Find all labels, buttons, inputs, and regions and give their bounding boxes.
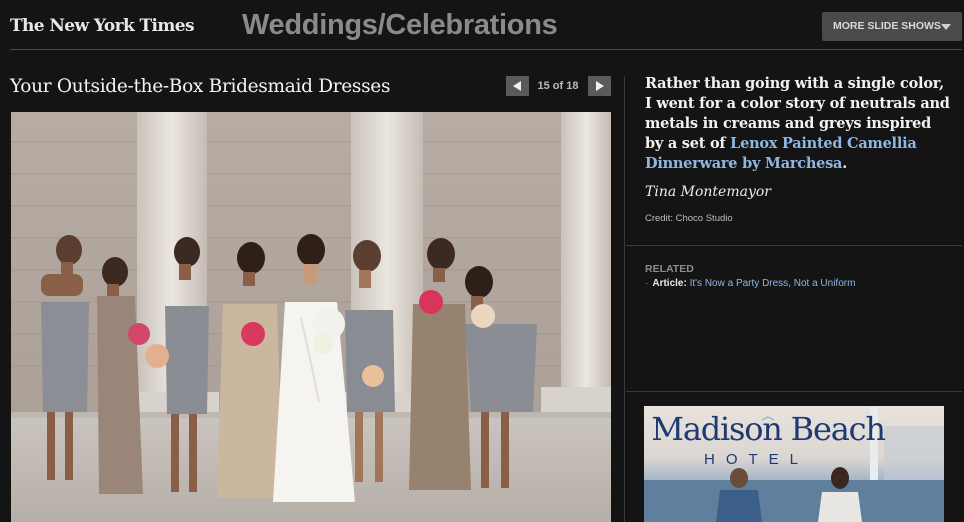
- related-heading: RELATED: [645, 263, 694, 275]
- nyt-logo[interactable]: The New York Times: [10, 16, 195, 36]
- related-article-link[interactable]: It's Now a Party Dress, Not a Uniform: [690, 278, 856, 289]
- more-slide-shows-button[interactable]: MORE SLIDE SHOWS: [822, 12, 962, 41]
- related-item-kind: Article:: [652, 278, 687, 289]
- ad-hotel-name: Madison Beach: [651, 410, 886, 448]
- next-slide-button[interactable]: [588, 76, 611, 96]
- section-title[interactable]: Weddings/Celebrations: [242, 9, 558, 42]
- top-bar: The New York Times Weddings/Celebrations…: [0, 0, 964, 50]
- chevron-left-icon: [513, 81, 521, 91]
- related-item: · Article: It's Now a Party Dress, Not a …: [645, 278, 855, 289]
- slide-counter: 15 of 18: [537, 80, 579, 92]
- previous-slide-button[interactable]: [506, 76, 529, 96]
- caption-divider: [626, 245, 962, 246]
- chevron-right-icon: [596, 81, 604, 91]
- caption-end: .: [842, 155, 847, 172]
- column-divider: [624, 76, 625, 522]
- header-divider: [10, 49, 962, 50]
- slideshow-title: Your Outside-the-Box Bridesmaid Dresses: [10, 76, 391, 97]
- slide-caption: Rather than going with a single color, I…: [645, 74, 951, 174]
- slide-photo[interactable]: [11, 112, 611, 522]
- related-bullet: ·: [645, 278, 649, 289]
- caption-author: Tina Montemayor: [645, 184, 771, 200]
- more-slide-shows-label: MORE SLIDE SHOWS: [833, 20, 941, 32]
- advertisement-banner[interactable]: Madison Beach HOTEL: [644, 406, 944, 522]
- related-divider: [626, 391, 962, 392]
- caret-down-icon: [941, 24, 951, 30]
- ad-hotel-subtitle: HOTEL: [704, 451, 810, 468]
- photo-credit: Credit: Choco Studio: [645, 213, 733, 224]
